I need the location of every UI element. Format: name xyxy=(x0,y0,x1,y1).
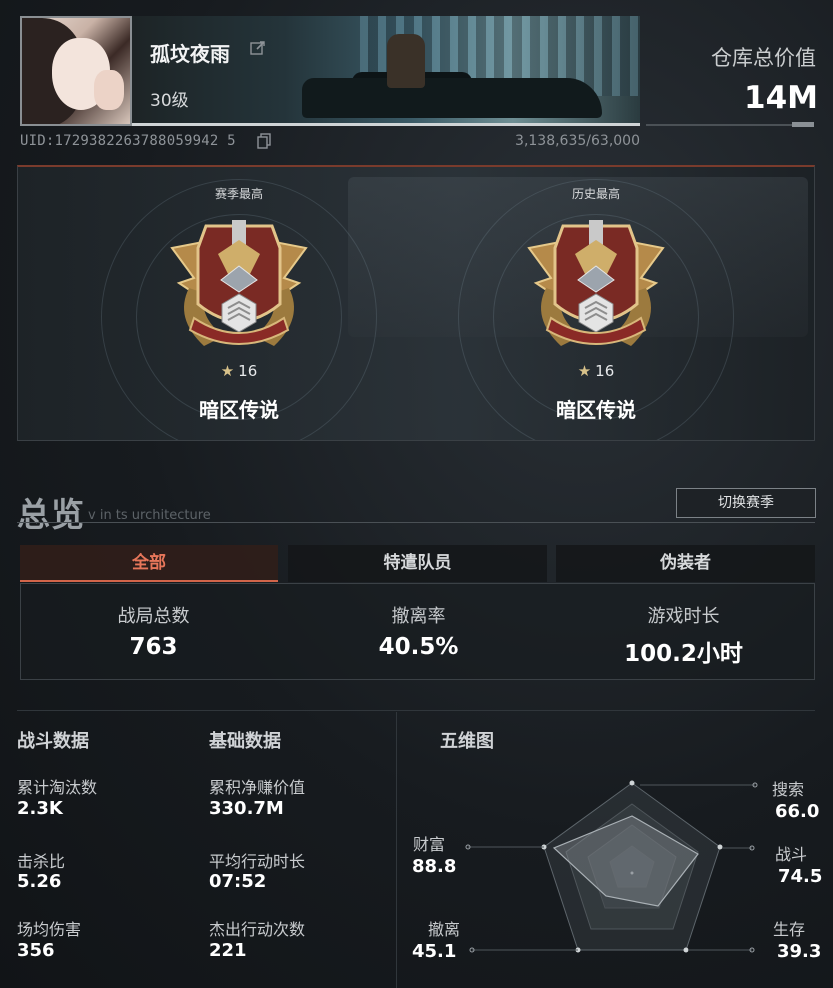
combat-item-label: 累计淘汰数 xyxy=(17,778,98,797)
warehouse-value-label: 仓库总价值 xyxy=(711,46,816,70)
basic-item-value: 221 xyxy=(209,940,247,961)
stat-label: 战局总数 xyxy=(117,606,190,627)
stat-value: 763 xyxy=(129,634,178,660)
rank-title: 暗区传说 xyxy=(199,398,279,422)
radar-value-combat: 74.5 xyxy=(778,866,823,887)
edit-icon[interactable] xyxy=(250,40,266,56)
player-name: 孤坟夜雨 xyxy=(150,42,230,66)
warehouse-divider xyxy=(646,124,814,126)
overview-subtitle: v in ts urchitecture xyxy=(88,508,211,523)
radar-title: 五维图 xyxy=(440,731,494,752)
rank-stars: 16 xyxy=(238,362,258,380)
rank-caption: 历史最高 xyxy=(571,187,620,201)
overview-title: 总览 xyxy=(17,495,85,534)
combat-item-label: 击杀比 xyxy=(17,852,66,871)
basic-item-label: 累积净赚价值 xyxy=(209,778,306,797)
combat-item-label: 场均伤害 xyxy=(17,920,82,939)
basic-item-label: 平均行动时长 xyxy=(209,852,306,871)
exp-progress: 3,138,635/63,000 xyxy=(515,133,640,149)
stat-extraction-rate: 撤离率 40.5% xyxy=(286,602,551,660)
radar-value-wealth: 88.8 xyxy=(412,856,457,877)
profile-banner xyxy=(132,16,640,126)
radar-label-search: 搜索 xyxy=(772,780,805,799)
radar-leader-lines xyxy=(465,782,758,953)
stat-total-matches: 战局总数 763 xyxy=(21,602,286,660)
star-icon: ★ xyxy=(577,362,592,380)
radar-label-wealth: 财富 xyxy=(413,835,446,854)
copy-icon[interactable] xyxy=(257,133,271,149)
radar-label-survival: 生存 xyxy=(773,920,806,939)
basic-item-value: 07:52 xyxy=(209,871,267,892)
overview-divider xyxy=(17,522,815,523)
basic-item-value: 330.7M xyxy=(209,798,284,819)
radar-value-extraction: 45.1 xyxy=(412,941,457,962)
player-uid: UID:1729382263788059942 5 xyxy=(20,133,236,149)
radar-label-extraction: 撤离 xyxy=(428,920,461,939)
column-divider xyxy=(396,712,397,988)
radar-value-search: 66.0 xyxy=(775,801,820,822)
player-avatar[interactable] xyxy=(20,16,132,126)
combat-data-title: 战斗数据 xyxy=(17,731,89,752)
warehouse-marker xyxy=(792,122,814,127)
basic-item-label: 杰出行动次数 xyxy=(209,920,306,939)
radar-value-survival: 39.3 xyxy=(777,941,822,962)
tab-operators[interactable]: 特遣队员 xyxy=(288,545,547,582)
basic-data-title: 基础数据 xyxy=(209,731,281,752)
section-divider xyxy=(17,710,815,711)
rank-caption: 赛季最高 xyxy=(214,187,263,201)
combat-item-value: 5.26 xyxy=(17,871,62,892)
combat-item-value: 2.3K xyxy=(17,798,63,819)
stat-play-time: 游戏时长 100.2小时 xyxy=(551,602,816,668)
tab-all[interactable]: 全部 xyxy=(20,545,278,582)
stat-value: 40.5% xyxy=(378,634,459,660)
stat-label: 游戏时长 xyxy=(647,606,720,627)
history-best-rank[interactable]: 历史最高 ★ 16 暗区传说 xyxy=(446,185,746,423)
rank-stars: 16 xyxy=(595,362,615,380)
stat-label: 撤离率 xyxy=(391,606,446,627)
legend-medal-icon xyxy=(521,208,671,358)
player-level: 30级 xyxy=(150,91,189,111)
legend-medal-icon xyxy=(164,208,314,358)
rank-title: 暗区传说 xyxy=(556,398,636,422)
rank-panel: 赛季最高 ★ 16 暗区传说 历史最高 ★ 16 暗区传说 xyxy=(17,165,815,441)
star-icon: ★ xyxy=(220,362,235,380)
tab-disguisers[interactable]: 伪装者 xyxy=(556,545,815,582)
warehouse-value: 14M xyxy=(744,80,818,116)
overview-stats: 战局总数 763 撤离率 40.5% 游戏时长 100.2小时 xyxy=(20,583,815,680)
switch-season-button[interactable]: 切换赛季 xyxy=(676,488,816,518)
stat-value: 100.2小时 xyxy=(624,641,743,667)
combat-item-value: 356 xyxy=(17,940,55,961)
season-best-rank[interactable]: 赛季最高 ★ 16 暗区传说 xyxy=(89,185,389,423)
radar-label-combat: 战斗 xyxy=(775,845,808,864)
